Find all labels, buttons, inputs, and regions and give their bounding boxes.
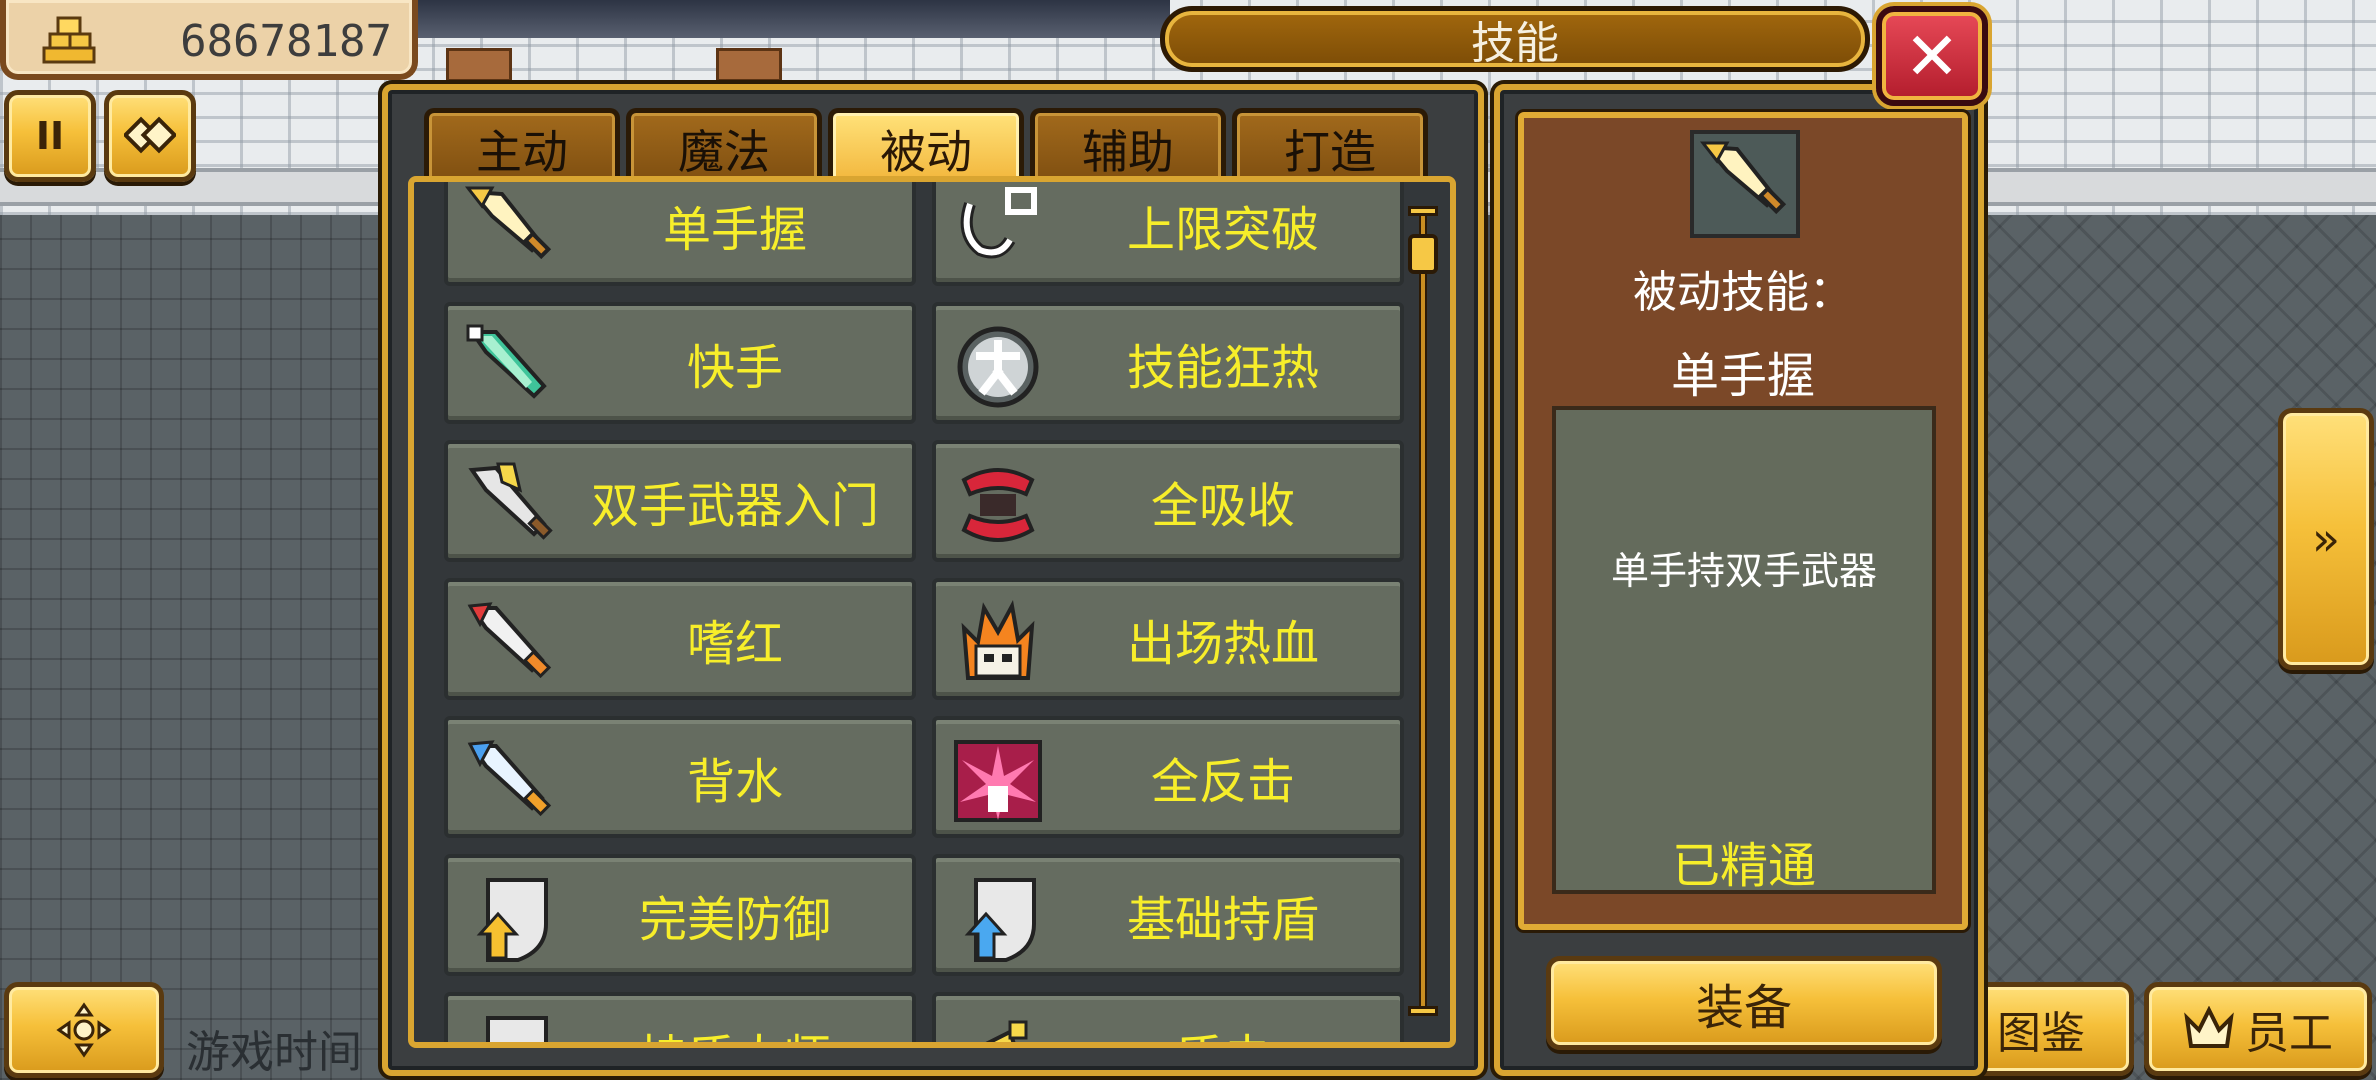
tab-support[interactable]: 辅助	[1030, 108, 1226, 184]
skill-list[interactable]: 单手握 上限突破 快手 技能狂热 双手武器入门 全吸收 嗜红 出场热血 背水 全…	[408, 176, 1456, 1048]
skill-name: 全吸收	[1150, 478, 1295, 534]
equip-button[interactable]: 装备	[1546, 956, 1942, 1050]
equip-label: 装备	[1695, 980, 1792, 1036]
skill-description: 单手持双手武器	[1610, 549, 1877, 593]
background-crate	[446, 48, 512, 82]
chain-break-icon	[948, 182, 1048, 276]
background-crate	[716, 48, 782, 82]
skill-name: 全反击	[1150, 754, 1295, 810]
skill-name: 背水	[686, 754, 783, 810]
skill-card[interactable]: 盾击	[932, 992, 1404, 1042]
sword-gold-icon	[1690, 130, 1800, 238]
tab-label: 魔法	[678, 124, 770, 179]
tab-active[interactable]: 主动	[424, 108, 620, 184]
tile-icon	[124, 116, 176, 154]
skill-name: 完美防御	[638, 892, 831, 948]
shield-bash-icon	[948, 1010, 1048, 1042]
skill-name: 基础持盾	[1126, 892, 1319, 948]
sword-gold-icon	[460, 182, 560, 276]
skill-list-scrollbar[interactable]	[1408, 206, 1438, 1016]
shield-icon	[460, 1010, 560, 1042]
skill-card[interactable]: 快手	[444, 302, 916, 424]
skill-name: 上限突破	[1126, 202, 1319, 258]
burst-icon	[948, 734, 1048, 828]
sword-green-icon	[460, 320, 560, 414]
scroll-track	[1419, 206, 1427, 1016]
skill-name: 快手	[686, 340, 783, 396]
encyclopedia-label: 图鉴	[1997, 1008, 2085, 1059]
scroll-cap-bottom	[1408, 1006, 1438, 1016]
sword-red-icon	[460, 596, 560, 690]
skill-card[interactable]: 上限突破	[932, 182, 1404, 286]
tab-label: 被动	[880, 124, 972, 179]
skill-card[interactable]: 单手握	[444, 182, 916, 286]
skill-card[interactable]: 完美防御	[444, 854, 916, 976]
skill-name: 嗜红	[686, 616, 783, 672]
scroll-thumb[interactable]	[1408, 234, 1438, 274]
skill-card[interactable]: 持盾大师	[444, 992, 916, 1042]
sword-blue-icon	[460, 734, 560, 828]
dpad-icon	[56, 1002, 112, 1058]
skill-card[interactable]: 嗜红	[444, 578, 916, 700]
skill-name: 出场热血	[1126, 616, 1319, 672]
skill-name: 双手武器入门	[590, 478, 879, 534]
crown-icon	[2184, 1006, 2234, 1048]
tab-label: 打造	[1284, 124, 1376, 179]
money-value: 68678187	[180, 16, 392, 67]
shield-gold-arrow-icon	[460, 872, 560, 966]
money-display: 68678187	[0, 0, 418, 80]
dialog-title-text: 技能	[1471, 18, 1559, 69]
staff-label: 员工	[2245, 1008, 2333, 1059]
skill-card[interactable]: 技能狂热	[932, 302, 1404, 424]
tab-label: 主动	[476, 124, 568, 179]
skill-name: 单手握	[662, 202, 807, 258]
skill-card[interactable]: 全反击	[932, 716, 1404, 838]
close-button[interactable]: ✕	[1876, 6, 1988, 106]
skill-type-label: 被动技能：	[1633, 267, 1853, 318]
skill-tabs: 主动 魔法 被动 辅助 打造	[424, 108, 1428, 184]
next-page-button[interactable]: »	[2278, 408, 2374, 670]
sword-basic-icon	[460, 458, 560, 552]
game-time-label: 游戏时间	[186, 1027, 362, 1078]
shield-blue-arrow-icon	[948, 872, 1048, 966]
background-sky	[380, 0, 1170, 38]
close-icon: ✕	[1904, 17, 1960, 95]
tile-button[interactable]	[104, 90, 196, 182]
pause-icon: II	[35, 114, 65, 158]
skill-card[interactable]: 出场热血	[932, 578, 1404, 700]
tab-magic[interactable]: 魔法	[626, 108, 822, 184]
double-chevron-right-icon: »	[2311, 512, 2341, 566]
skill-card[interactable]: 全吸收	[932, 440, 1404, 562]
skill-description-box: 单手持双手武器 已精通	[1552, 406, 1936, 894]
skill-name: 技能狂热	[1126, 340, 1319, 396]
fire-skull-icon	[948, 596, 1048, 690]
gold-bars-icon	[42, 16, 96, 64]
red-claw-icon	[948, 458, 1048, 552]
move-button[interactable]	[4, 982, 164, 1078]
tab-crafting[interactable]: 打造	[1232, 108, 1428, 184]
skill-name: 盾击	[1056, 996, 1390, 1042]
skill-card[interactable]: 基础持盾	[932, 854, 1404, 976]
staff-button[interactable]: 员工	[2144, 982, 2372, 1076]
selected-skill-name: 单手握	[1670, 348, 1815, 404]
skill-status: 已精通	[1671, 838, 1816, 894]
tab-passive[interactable]: 被动	[828, 108, 1024, 184]
scroll-cap-top	[1408, 206, 1438, 216]
skill-name: 持盾大师	[568, 996, 902, 1042]
skill-card[interactable]: 双手武器入门	[444, 440, 916, 562]
pause-button[interactable]: II	[4, 90, 96, 182]
runner-orb-icon	[948, 320, 1048, 414]
tab-label: 辅助	[1082, 124, 1174, 179]
skill-card[interactable]: 背水	[444, 716, 916, 838]
background-floor-left	[0, 215, 400, 1080]
dialog-title: 技能	[1160, 6, 1870, 72]
